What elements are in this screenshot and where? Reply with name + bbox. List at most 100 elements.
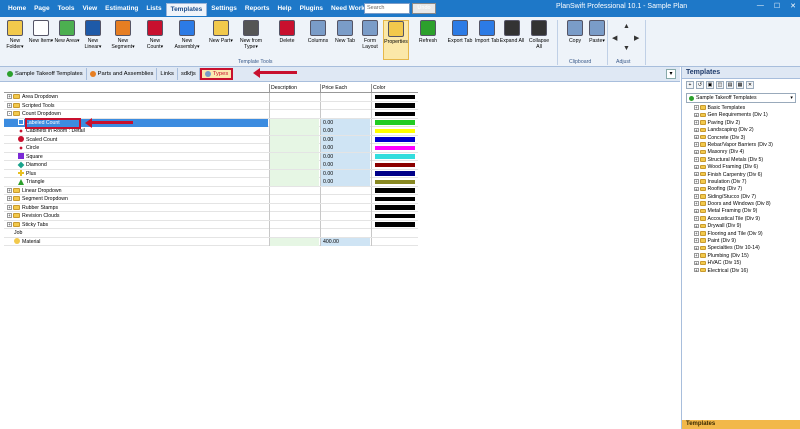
row-color-cell[interactable] (371, 127, 418, 135)
template-folder-item[interactable]: + Rebar/Vapor Barriers (Div 3) (694, 142, 800, 149)
row-price-cell[interactable] (320, 110, 370, 118)
row-color-cell[interactable] (371, 118, 418, 127)
expand-icon[interactable]: + (694, 134, 699, 139)
arrow-left-icon[interactable]: ◀ (612, 34, 617, 42)
template-folder-item[interactable]: + HVAC (Div 15) (694, 260, 800, 267)
template-folder-item[interactable]: + Wood Framing (Div 6) (694, 164, 800, 171)
expand-icon[interactable]: + (7, 196, 12, 202)
table-row[interactable]: Job (4, 229, 418, 238)
row-price-cell[interactable] (320, 220, 370, 229)
expand-icon[interactable]: + (694, 208, 699, 213)
header-description[interactable]: Description (269, 84, 319, 93)
row-color-cell[interactable] (371, 229, 418, 237)
template-folder-item[interactable]: + Drywall (Div 9) (694, 223, 800, 230)
new-part-button[interactable]: New Part▾ (208, 20, 234, 60)
arrow-down-icon[interactable]: ▼ (623, 45, 630, 52)
row-name-cell[interactable]: Plus (4, 170, 268, 178)
template-folder-item[interactable]: + Specialties (Div 10-14) (694, 245, 800, 252)
row-description-cell[interactable] (269, 127, 319, 135)
expand-all-button[interactable]: Expand All (499, 20, 525, 60)
expand-icon[interactable]: + (694, 231, 699, 236)
template-folder-item[interactable]: + Metal Framing (Div 9) (694, 208, 800, 215)
tab-links[interactable]: Links (157, 68, 178, 80)
expand-icon[interactable]: + (694, 112, 699, 117)
row-price-cell[interactable] (320, 229, 370, 237)
row-price-cell[interactable] (320, 195, 370, 203)
template-folder-item[interactable]: + Paving (Div 2) (694, 120, 800, 127)
search-input[interactable]: Search (364, 3, 410, 14)
template-folder-item[interactable]: + Roofing (Div 7) (694, 186, 800, 193)
row-color-cell[interactable] (371, 186, 418, 195)
new-folder-button[interactable]: New Folder▾ (2, 20, 28, 60)
header-color[interactable]: Color (371, 84, 418, 93)
row-color-cell[interactable] (371, 212, 418, 220)
template-folder-item[interactable]: + Concrete (Div 3) (694, 135, 800, 142)
table-row[interactable]: Plus 0.00 (4, 169, 418, 178)
row-price-cell[interactable]: 0.00 (320, 169, 370, 178)
row-name-cell[interactable]: + Scripted Tools (4, 102, 268, 110)
table-row[interactable]: + Revision Clouds (4, 212, 418, 221)
menu-settings[interactable]: Settings (207, 3, 241, 16)
template-folder-item[interactable]: + Doors and Windows (Div 8) (694, 201, 800, 208)
expand-icon[interactable]: + (694, 149, 699, 154)
expand-icon[interactable]: + (694, 194, 699, 199)
row-name-cell[interactable]: Diamond (4, 161, 268, 169)
row-price-cell[interactable]: 0.00 (320, 178, 370, 186)
expand-icon[interactable]: + (694, 127, 699, 132)
collapse-all-button[interactable]: Collapse All (526, 20, 552, 60)
export-tab-button[interactable]: Export Tab (447, 20, 473, 60)
tab-sdkfjs[interactable]: sdkfjs (178, 68, 200, 80)
table-row[interactable]: + Segment Dropdown (4, 195, 418, 204)
table-row[interactable]: + Area Dropdown (4, 93, 418, 102)
template-folder-item[interactable]: + Structural Metals (Div 5) (694, 157, 800, 164)
row-color-cell[interactable] (371, 220, 418, 229)
menu-lists[interactable]: Lists (142, 3, 165, 16)
row-color-cell[interactable] (371, 135, 418, 144)
row-name-cell[interactable]: + Segment Dropdown (4, 195, 268, 203)
template-folder-item[interactable]: + Flooring and Tile (Div 9) (694, 231, 800, 238)
new-item-button[interactable]: New Item▾ (28, 20, 54, 60)
row-description-cell[interactable] (269, 93, 319, 101)
row-color-cell[interactable] (371, 93, 418, 101)
templates-toolbar-button-icon[interactable]: ▦ (736, 81, 744, 89)
row-price-cell[interactable]: 0.00 (320, 127, 370, 135)
templates-toolbar-button-icon[interactable]: ▤ (726, 81, 734, 89)
menu-templates[interactable]: Templates (165, 3, 208, 16)
table-row[interactable]: + Linear Dropdown (4, 186, 418, 195)
expand-icon[interactable]: + (7, 221, 12, 227)
paste-button[interactable]: Paste▾ (584, 20, 610, 60)
menu-view[interactable]: View (78, 3, 101, 16)
row-name-cell[interactable]: - Count Dropdown (4, 110, 268, 118)
expand-icon[interactable]: + (694, 260, 699, 265)
expand-icon[interactable]: + (694, 216, 699, 221)
expand-icon[interactable]: + (694, 223, 699, 228)
menu-tools[interactable]: Tools (54, 3, 79, 16)
expand-icon[interactable]: + (694, 164, 699, 169)
expand-icon[interactable]: + (694, 245, 699, 250)
chevron-down-icon[interactable]: ▾ (790, 94, 793, 102)
columns-button[interactable]: Columns (305, 20, 331, 60)
row-name-cell[interactable]: + Revision Clouds (4, 212, 268, 220)
table-row[interactable]: Diamond 0.00 (4, 161, 418, 170)
expand-icon[interactable]: + (694, 179, 699, 184)
templates-toolbar-button-icon[interactable]: ✕ (746, 81, 754, 89)
row-name-cell[interactable]: Triangle (4, 178, 268, 186)
form-layout-button[interactable]: Form Layout (357, 20, 383, 60)
tab-parts-and-assemblies[interactable]: Parts and Assemblies (87, 68, 158, 80)
row-description-cell[interactable] (269, 212, 319, 220)
minimize-icon[interactable]: — (757, 2, 764, 10)
row-price-cell[interactable] (320, 93, 370, 101)
row-color-cell[interactable] (371, 161, 418, 169)
template-folder-item[interactable]: + Accoustical Tile (Div 9) (694, 216, 800, 223)
tabs-dropdown-icon[interactable]: ▾ (666, 69, 676, 79)
table-row[interactable]: + Scripted Tools (4, 101, 418, 110)
row-description-cell[interactable] (269, 161, 319, 169)
arrow-up-icon[interactable]: ▲ (623, 23, 630, 30)
import-tab-button[interactable]: Import Tab (474, 20, 500, 60)
expand-icon[interactable]: + (694, 171, 699, 176)
row-price-cell[interactable]: 400.00 (320, 237, 370, 246)
row-price-cell[interactable]: 0.00 (320, 144, 370, 152)
table-row[interactable]: Circle 0.00 (4, 144, 418, 153)
template-folder-item[interactable]: + Electrical (Div 16) (694, 268, 800, 275)
tab-types[interactable]: Types (199, 68, 234, 80)
